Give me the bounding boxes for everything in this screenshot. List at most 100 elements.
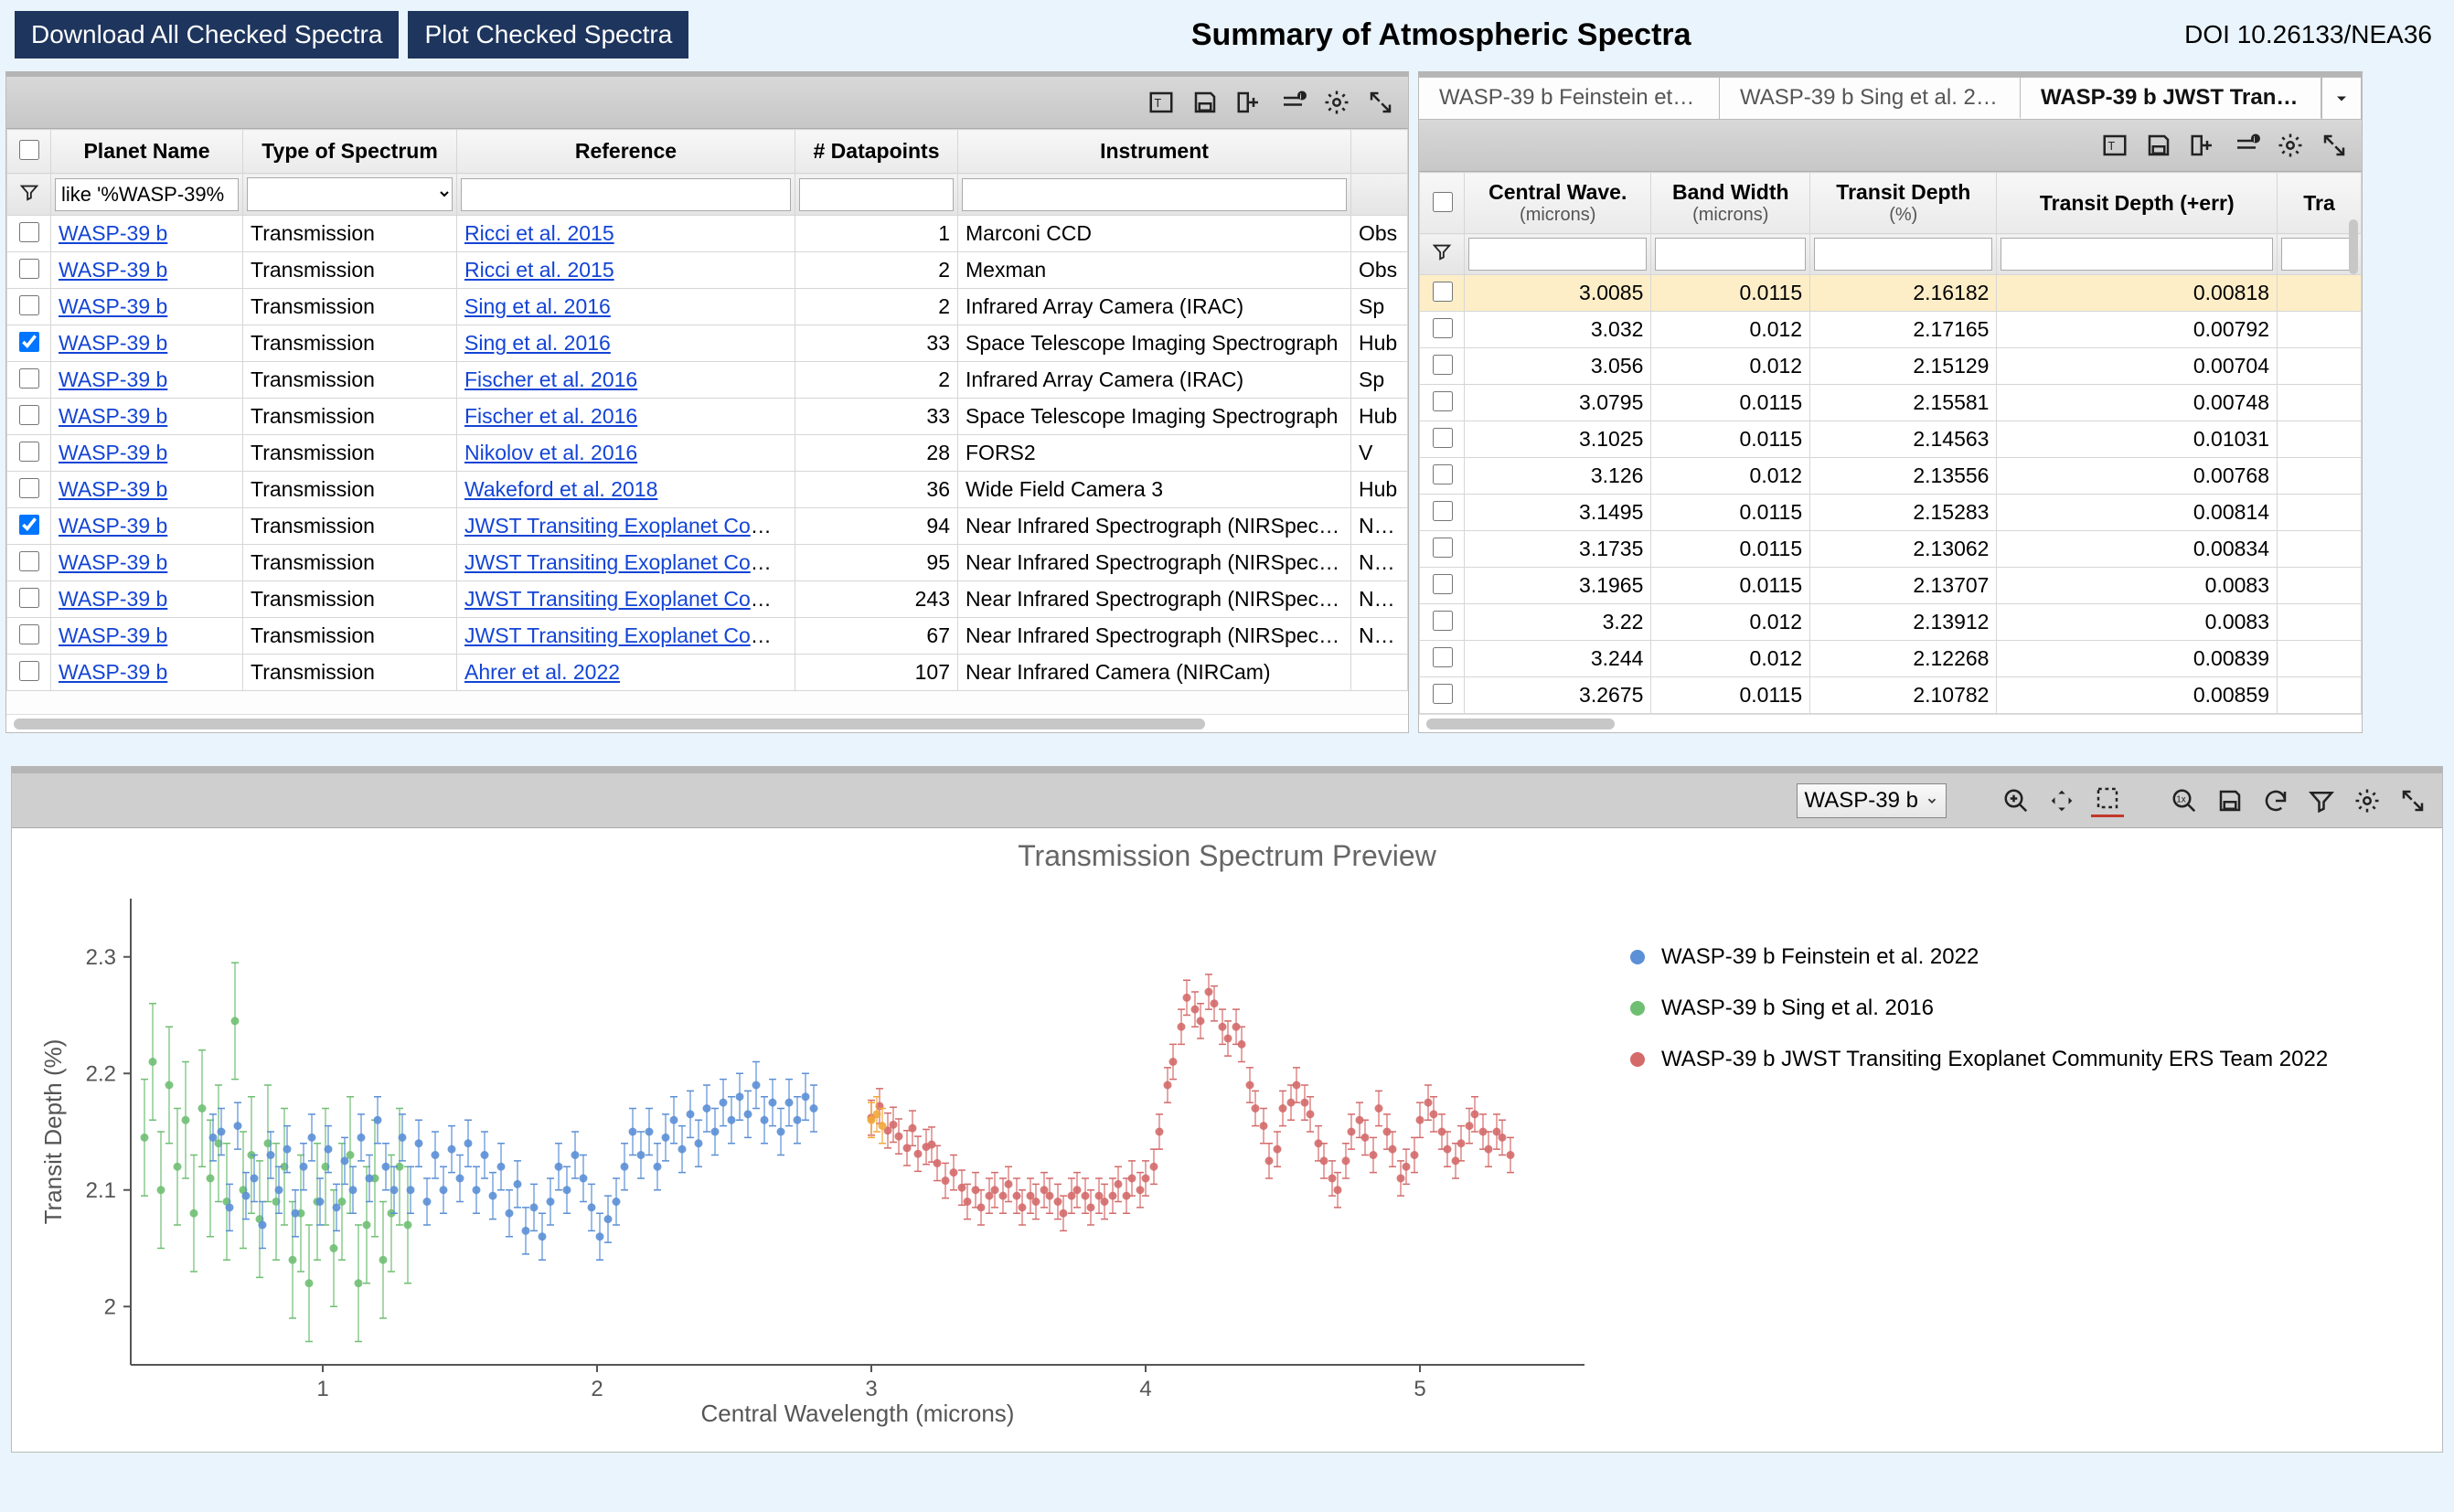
col-central-wave[interactable]: Central Wave.(microns) <box>1465 173 1651 234</box>
col-transit-depth[interactable]: Transit Depth(%) <box>1810 173 1997 234</box>
legend-item[interactable]: WASP-39 b Sing et al. 2016 <box>1630 996 2328 1021</box>
table-row[interactable]: WASP-39 bTransmissionSing et al. 20162In… <box>7 289 1408 325</box>
zoom-in-icon[interactable] <box>2000 784 2033 817</box>
row-checkbox[interactable] <box>19 588 39 608</box>
reference-link[interactable]: JWST Transiting Exoplanet Community <box>464 514 795 538</box>
row-checkbox[interactable] <box>1433 318 1453 338</box>
row-checkbox[interactable] <box>1433 355 1453 375</box>
info-icon[interactable]: i <box>2230 129 2263 162</box>
planet-link[interactable]: WASP-39 b <box>59 258 167 282</box>
reference-link[interactable]: JWST Transiting Exoplanet Community <box>464 623 795 647</box>
expand-icon[interactable] <box>1364 86 1397 119</box>
row-checkbox[interactable] <box>1433 391 1453 411</box>
col-instrument[interactable]: Instrument <box>958 130 1351 174</box>
chart-settings-icon[interactable] <box>2351 784 2384 817</box>
row-checkbox[interactable] <box>19 222 39 242</box>
row-checkbox[interactable] <box>19 368 39 389</box>
table-row[interactable]: 3.07950.01152.155810.00748 <box>1420 385 2362 421</box>
add-column-icon[interactable] <box>1232 86 1265 119</box>
reference-link[interactable]: Ricci et al. 2015 <box>464 221 614 245</box>
planet-link[interactable]: WASP-39 b <box>59 294 167 318</box>
select-all-checkbox[interactable] <box>1433 192 1453 212</box>
row-checkbox[interactable] <box>19 624 39 644</box>
planet-link[interactable]: WASP-39 b <box>59 514 167 538</box>
filter-reference-input[interactable] <box>461 178 791 211</box>
row-checkbox[interactable] <box>19 259 39 279</box>
select-all-checkbox[interactable] <box>19 140 39 160</box>
reference-link[interactable]: JWST Transiting Exoplanet Community <box>464 550 795 574</box>
settings-icon[interactable] <box>2274 129 2307 162</box>
detail-tab[interactable]: WASP-39 b Sing et al. 2016 <box>1719 77 2021 119</box>
row-checkbox[interactable] <box>1433 647 1453 667</box>
table-row[interactable]: 3.17350.01152.130620.00834 <box>1420 531 2362 568</box>
row-checkbox[interactable] <box>19 405 39 425</box>
filter-icon[interactable] <box>1432 242 1452 266</box>
plot-checked-button[interactable]: Plot Checked Spectra <box>408 11 688 59</box>
table-row[interactable]: 3.1260.0122.135560.00768 <box>1420 458 2362 495</box>
planet-link[interactable]: WASP-39 b <box>59 550 167 574</box>
planet-link[interactable]: WASP-39 b <box>59 623 167 647</box>
planet-link[interactable]: WASP-39 b <box>59 404 167 428</box>
reference-link[interactable]: Sing et al. 2016 <box>464 331 611 355</box>
planet-link[interactable]: WASP-39 b <box>59 587 167 611</box>
planet-link[interactable]: WASP-39 b <box>59 367 167 391</box>
box-select-icon[interactable] <box>2091 784 2124 817</box>
planet-link[interactable]: WASP-39 b <box>59 477 167 501</box>
table-row[interactable]: WASP-39 bTransmissionWakeford et al. 201… <box>7 472 1408 508</box>
col-planet-name[interactable]: Planet Name <box>51 130 243 174</box>
planet-link[interactable]: WASP-39 b <box>59 441 167 464</box>
row-checkbox[interactable] <box>1433 428 1453 448</box>
table-row[interactable]: 3.2440.0122.122680.00839 <box>1420 641 2362 677</box>
legend-item[interactable]: WASP-39 b JWST Transiting Exoplanet Comm… <box>1630 1047 2328 1072</box>
row-checkbox[interactable] <box>19 442 39 462</box>
undo-icon[interactable] <box>2259 784 2292 817</box>
filter-icon[interactable] <box>19 183 39 207</box>
download-checked-button[interactable]: Download All Checked Spectra <box>15 11 399 59</box>
text-columns-icon[interactable]: T <box>2098 129 2131 162</box>
row-checkbox[interactable] <box>1433 684 1453 704</box>
row-checkbox[interactable] <box>1433 574 1453 594</box>
pan-icon[interactable] <box>2045 784 2078 817</box>
reference-link[interactable]: Sing et al. 2016 <box>464 294 611 318</box>
detail-tab[interactable]: WASP-39 b Feinstein et al. 2... <box>1418 77 1720 119</box>
settings-icon[interactable] <box>1320 86 1353 119</box>
table-row[interactable]: 3.10250.01152.145630.01031 <box>1420 421 2362 458</box>
row-checkbox[interactable] <box>19 332 39 352</box>
expand-chart-icon[interactable] <box>2396 784 2429 817</box>
row-checkbox[interactable] <box>19 551 39 571</box>
filter-type-select[interactable] <box>247 177 453 211</box>
save-icon[interactable] <box>1189 86 1222 119</box>
row-checkbox[interactable] <box>19 295 39 315</box>
col-spectrum-type[interactable]: Type of Spectrum <box>243 130 457 174</box>
filter-chart-icon[interactable] <box>2305 784 2338 817</box>
filter-merr-input[interactable] <box>2281 238 2357 271</box>
row-checkbox[interactable] <box>1433 282 1453 302</box>
filter-planet-input[interactable] <box>55 178 239 211</box>
add-column-icon[interactable] <box>2186 129 2219 162</box>
filter-instrument-input[interactable] <box>962 178 1347 211</box>
row-checkbox[interactable] <box>19 661 39 681</box>
table-row[interactable]: WASP-39 bTransmissionRicci et al. 20152M… <box>7 252 1408 289</box>
info-icon[interactable]: i <box>1276 86 1309 119</box>
reference-link[interactable]: Ahrer et al. 2022 <box>464 660 620 684</box>
reference-link[interactable]: Fischer et al. 2016 <box>464 367 637 391</box>
right-vertical-scrollbar[interactable] <box>2347 214 2360 712</box>
table-row[interactable]: 3.220.0122.139120.0083 <box>1420 604 2362 641</box>
reference-link[interactable]: Wakeford et al. 2018 <box>464 477 657 501</box>
legend-item[interactable]: WASP-39 b Feinstein et al. 2022 <box>1630 944 2328 970</box>
table-row[interactable]: WASP-39 bTransmissionFischer et al. 2016… <box>7 362 1408 399</box>
table-row[interactable]: WASP-39 bTransmissionJWST Transiting Exo… <box>7 581 1408 618</box>
row-checkbox[interactable] <box>19 515 39 535</box>
expand-icon[interactable] <box>2318 129 2351 162</box>
row-checkbox[interactable] <box>1433 538 1453 558</box>
right-horizontal-scrollbar[interactable] <box>1419 714 2362 732</box>
col-band-width[interactable]: Band Width(microns) <box>1651 173 1810 234</box>
col-transit-depth-perr[interactable]: Transit Depth (+err) <box>1997 173 2278 234</box>
planet-link[interactable]: WASP-39 b <box>59 331 167 355</box>
planet-selector[interactable]: WASP-39 b <box>1797 783 1947 818</box>
table-row[interactable]: 3.00850.01152.161820.00818 <box>1420 275 2362 312</box>
save-icon[interactable] <box>2142 129 2175 162</box>
filter-depth-input[interactable] <box>1814 238 1992 271</box>
reference-link[interactable]: JWST Transiting Exoplanet Community <box>464 587 795 611</box>
row-checkbox[interactable] <box>1433 464 1453 484</box>
